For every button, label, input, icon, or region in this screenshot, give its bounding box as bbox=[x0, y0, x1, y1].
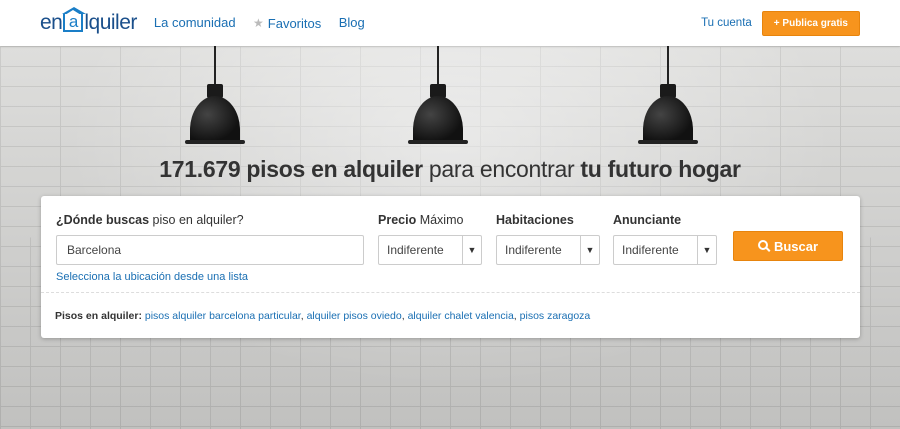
logo-prefix: en bbox=[40, 11, 63, 34]
headline-middle: para encontrar bbox=[422, 156, 581, 182]
nav-favoritos-label: Favoritos bbox=[267, 15, 322, 31]
top-header: en a lquiler La comunidad ★ Favoritos Blog … bbox=[0, 0, 900, 46]
enalquiler-logo[interactable]: en a lquiler bbox=[40, 7, 137, 35]
advertiser-select-value: Indiferente bbox=[622, 243, 679, 257]
panel-divider bbox=[41, 292, 860, 293]
location-label-bold: ¿Dónde buscas bbox=[56, 213, 150, 227]
advertiser-field-group: Anunciante Indiferente ▼ bbox=[613, 213, 717, 265]
search-icon bbox=[757, 240, 768, 250]
headline-end: tu futuro hogar bbox=[580, 156, 741, 182]
logo-mark: a bbox=[68, 12, 78, 31]
chevron-down-icon: ▼ bbox=[697, 236, 716, 264]
location-field-group: ¿Dónde buscas piso en alquiler? Barcelon… bbox=[56, 213, 364, 283]
search-button-label: Buscar bbox=[773, 238, 819, 254]
location-label: ¿Dónde buscas piso en alquiler? bbox=[56, 213, 364, 227]
publish-free-button[interactable]: + Publica gratis bbox=[761, 10, 860, 36]
rooms-label: Habitaciones bbox=[496, 213, 600, 227]
nav-la-comunidad[interactable]: La comunidad bbox=[154, 15, 236, 30]
rooms-select-value: Indiferente bbox=[505, 243, 562, 257]
search-panel: ¿Dónde buscas piso en alquiler? Barcelon… bbox=[41, 196, 860, 338]
advertiser-label-text: Anunciante bbox=[613, 213, 682, 227]
star-icon: ★ bbox=[253, 16, 264, 30]
chevron-down-icon: ▼ bbox=[462, 236, 481, 264]
search-button[interactable]: Buscar bbox=[733, 231, 843, 261]
price-label-bold: Precio bbox=[378, 213, 417, 227]
location-list-link[interactable]: Selecciona la ubicación desde una lista bbox=[56, 271, 364, 283]
popular-link[interactable]: alquiler chalet valencia bbox=[408, 310, 514, 322]
logo-house-icon: a bbox=[62, 7, 87, 32]
header-actions: Tu cuenta + Publica gratis bbox=[701, 10, 860, 36]
main-nav: La comunidad ★ Favoritos Blog bbox=[154, 14, 378, 32]
chevron-down-icon: ▼ bbox=[580, 236, 599, 264]
popular-searches: Pisos en alquiler: pisos alquiler barcel… bbox=[55, 310, 591, 322]
advertiser-label: Anunciante bbox=[613, 213, 717, 227]
logo-suffix: lquiler bbox=[84, 11, 137, 34]
rooms-label-text: Habitaciones bbox=[496, 213, 574, 227]
location-label-rest: piso en alquiler? bbox=[149, 213, 244, 227]
nav-favoritos[interactable]: ★ Favoritos bbox=[253, 16, 321, 31]
advertiser-select[interactable]: Indiferente ▼ bbox=[613, 235, 717, 265]
nav-blog[interactable]: Blog bbox=[339, 15, 365, 30]
location-input[interactable]: Barcelona bbox=[56, 235, 364, 265]
price-label-rest: Máximo bbox=[416, 213, 464, 227]
hero-headline: 171.679 pisos en alquiler para encontrar… bbox=[0, 156, 900, 183]
popular-link[interactable]: pisos zaragoza bbox=[520, 310, 591, 322]
account-link[interactable]: Tu cuenta bbox=[701, 17, 752, 29]
popular-link[interactable]: pisos alquiler barcelona particular bbox=[145, 310, 301, 322]
price-select-value: Indiferente bbox=[387, 243, 444, 257]
rooms-select[interactable]: Indiferente ▼ bbox=[496, 235, 600, 265]
popular-link[interactable]: alquiler pisos oviedo bbox=[307, 310, 402, 322]
popular-label: Pisos en alquiler: bbox=[55, 310, 142, 322]
price-select[interactable]: Indiferente ▼ bbox=[378, 235, 482, 265]
price-label: Precio Máximo bbox=[378, 213, 482, 227]
rooms-field-group: Habitaciones Indiferente ▼ bbox=[496, 213, 600, 265]
hero-section: 171.679 pisos en alquiler para encontrar… bbox=[0, 46, 900, 429]
headline-count: 171.679 pisos en alquiler bbox=[159, 156, 423, 182]
price-field-group: Precio Máximo Indiferente ▼ bbox=[378, 213, 482, 265]
